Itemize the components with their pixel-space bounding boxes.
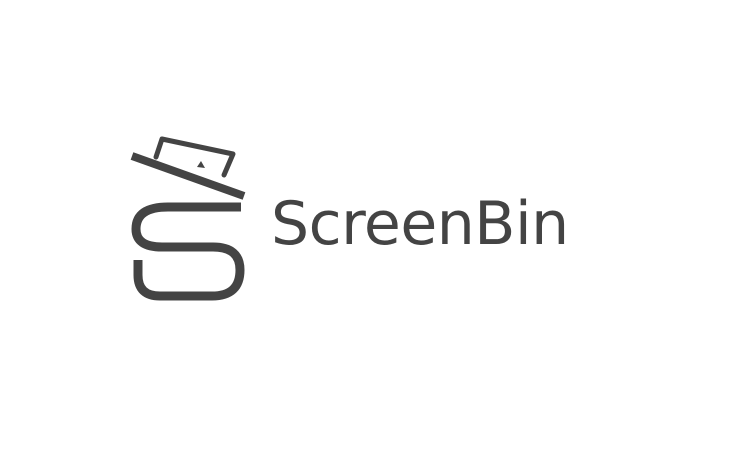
- play-triangle-icon: [197, 161, 205, 168]
- logo-canvas: ScreenBin: [0, 0, 750, 450]
- screenbin-logo-icon: [130, 136, 246, 301]
- brand-wordmark: ScreenBin: [271, 189, 569, 259]
